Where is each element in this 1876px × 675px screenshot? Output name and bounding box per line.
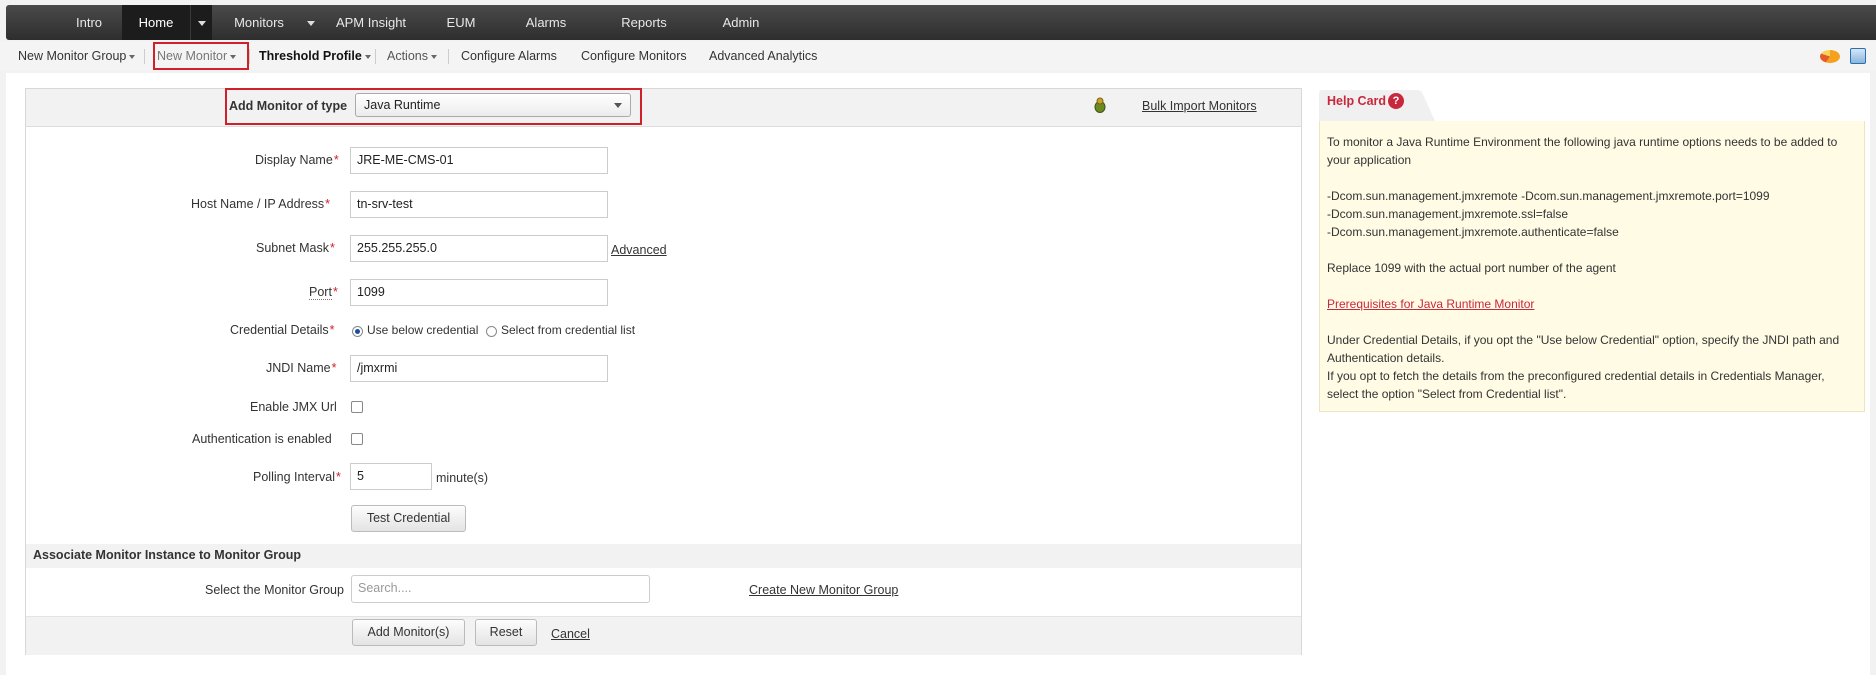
port-text: Port [309,285,332,300]
display-name-label: Display Name* [255,153,339,167]
print-icon[interactable] [1850,48,1866,64]
help-option-line: -Dcom.sun.management.jmxremote.ssl=false [1327,207,1569,221]
home-dropdown-button[interactable] [190,5,212,40]
prerequisites-link[interactable]: Prerequisites for Java Runtime Monitor [1327,297,1534,311]
chevron-down-icon [197,21,206,27]
divider [375,49,376,64]
chevron-down-icon [307,21,315,27]
credential-details-text: Credential Details [230,323,329,337]
tab-apm-insight[interactable]: APM Insight [326,5,416,40]
use-below-credential-radio[interactable] [352,326,363,337]
jndi-name-text: JNDI Name [266,361,331,375]
bulk-import-monitors-link[interactable]: Bulk Import Monitors [1142,99,1257,113]
port-label: Port* [309,285,338,300]
help-card-title: Help Card [1327,94,1387,108]
enable-jmx-url-checkbox[interactable] [351,401,363,413]
tab-intro[interactable]: Intro [56,5,122,40]
tab-eum[interactable]: EUM [431,5,491,40]
add-monitor-form [25,88,1302,655]
use-below-credential-label[interactable]: Use below credential [367,323,478,337]
select-monitor-group-label: Select the Monitor Group [205,583,344,597]
actions-menu[interactable]: Actions [387,41,437,71]
pie-chart-icon[interactable] [1820,50,1840,63]
sub-navigation: New Monitor Group New Monitor Threshold … [0,41,1876,71]
help-option-line: -Dcom.sun.management.jmxremote -Dcom.sun… [1327,189,1770,203]
enable-jmx-url-label: Enable JMX Url [250,400,337,414]
required-mark: * [332,285,338,299]
credential-details-label: Credential Details* [230,323,335,337]
configure-monitors-link[interactable]: Configure Monitors [581,41,687,71]
highlight-monitor-type [225,88,642,125]
help-text-line: If you opt to fetch the details from the… [1327,369,1825,383]
chevron-down-icon [431,54,437,59]
host-name-label: Host Name / IP Address* [191,197,330,211]
select-credential-list-radio[interactable] [486,326,497,337]
actions-label: Actions [387,49,428,63]
display-name-input[interactable]: JRE-ME-CMS-01 [350,147,608,174]
help-option-line: -Dcom.sun.management.jmxremote.authentic… [1327,225,1619,239]
monitors-dropdown-button[interactable] [302,5,320,40]
new-monitor-group-label: New Monitor Group [18,49,127,63]
authentication-checkbox[interactable] [351,433,363,445]
divider [144,49,145,64]
tab-admin[interactable]: Admin [706,5,776,40]
bulk-import-icon [1094,97,1106,113]
reset-button[interactable]: Reset [475,619,537,646]
jndi-name-label: JNDI Name* [266,361,336,375]
port-input[interactable]: 1099 [350,279,608,306]
advanced-link[interactable]: Advanced [611,243,667,257]
jndi-name-input[interactable]: /jmxrmi [350,355,608,382]
polling-unit-label: minute(s) [436,471,489,485]
required-mark: * [331,361,337,375]
subnet-mask-label: Subnet Mask* [256,241,335,255]
configure-alarms-link[interactable]: Configure Alarms [461,41,557,71]
help-text-line: select the option "Select from Credentia… [1327,387,1567,401]
top-navigation: Intro Home Monitors APM Insight EUM Alar… [6,5,1876,40]
new-monitor-group-menu[interactable]: New Monitor Group [18,41,136,71]
polling-interval-input[interactable]: 5 [350,463,432,490]
help-text-line: your application [1327,153,1412,167]
monitor-group-search-input[interactable]: Search.... [351,575,650,603]
divider [448,49,449,64]
subnet-mask-input[interactable]: 255.255.255.0 [350,235,608,262]
cancel-link[interactable]: Cancel [551,627,590,641]
threshold-profile-menu[interactable]: Threshold Profile [259,41,371,71]
help-text-line: To monitor a Java Runtime Environment th… [1327,135,1838,149]
highlight-new-monitor [153,42,249,70]
form-actions-bar [26,616,1301,655]
host-name-input[interactable]: tn-srv-test [350,191,608,218]
threshold-profile-label: Threshold Profile [259,49,362,63]
add-monitor-button[interactable]: Add Monitor(s) [352,619,465,646]
tab-monitors[interactable]: Monitors [224,5,294,40]
chevron-down-icon [129,54,136,59]
create-monitor-group-link[interactable]: Create New Monitor Group [749,583,898,597]
select-credential-list-label[interactable]: Select from credential list [501,323,635,337]
subnet-mask-text: Subnet Mask [256,241,329,255]
required-mark: * [329,323,335,337]
advanced-analytics-link[interactable]: Advanced Analytics [709,41,817,71]
test-credential-button[interactable]: Test Credential [351,505,466,532]
required-mark: * [325,197,331,211]
divider [249,49,250,64]
polling-interval-text: Polling Interval [253,470,335,484]
help-text-line: Authentication details. [1327,351,1445,365]
required-mark: * [329,241,335,255]
authentication-label: Authentication is enabled [192,432,332,446]
question-icon: ? [1388,93,1404,109]
associate-section-title: Associate Monitor Instance to Monitor Gr… [33,548,302,562]
host-name-text: Host Name / IP Address [191,197,325,211]
display-name-text: Display Name [255,153,333,167]
polling-interval-label: Polling Interval* [253,470,341,484]
tab-reports[interactable]: Reports [606,5,682,40]
chevron-down-icon [364,54,371,59]
help-text-line: Replace 1099 with the actual port number… [1327,261,1616,275]
tab-home[interactable]: Home [122,5,190,40]
required-mark: * [333,153,339,167]
help-text-line: Under Credential Details, if you opt the… [1327,333,1840,347]
monitor-type-header [26,89,1301,127]
required-mark: * [336,470,341,484]
tab-alarms[interactable]: Alarms [511,5,581,40]
